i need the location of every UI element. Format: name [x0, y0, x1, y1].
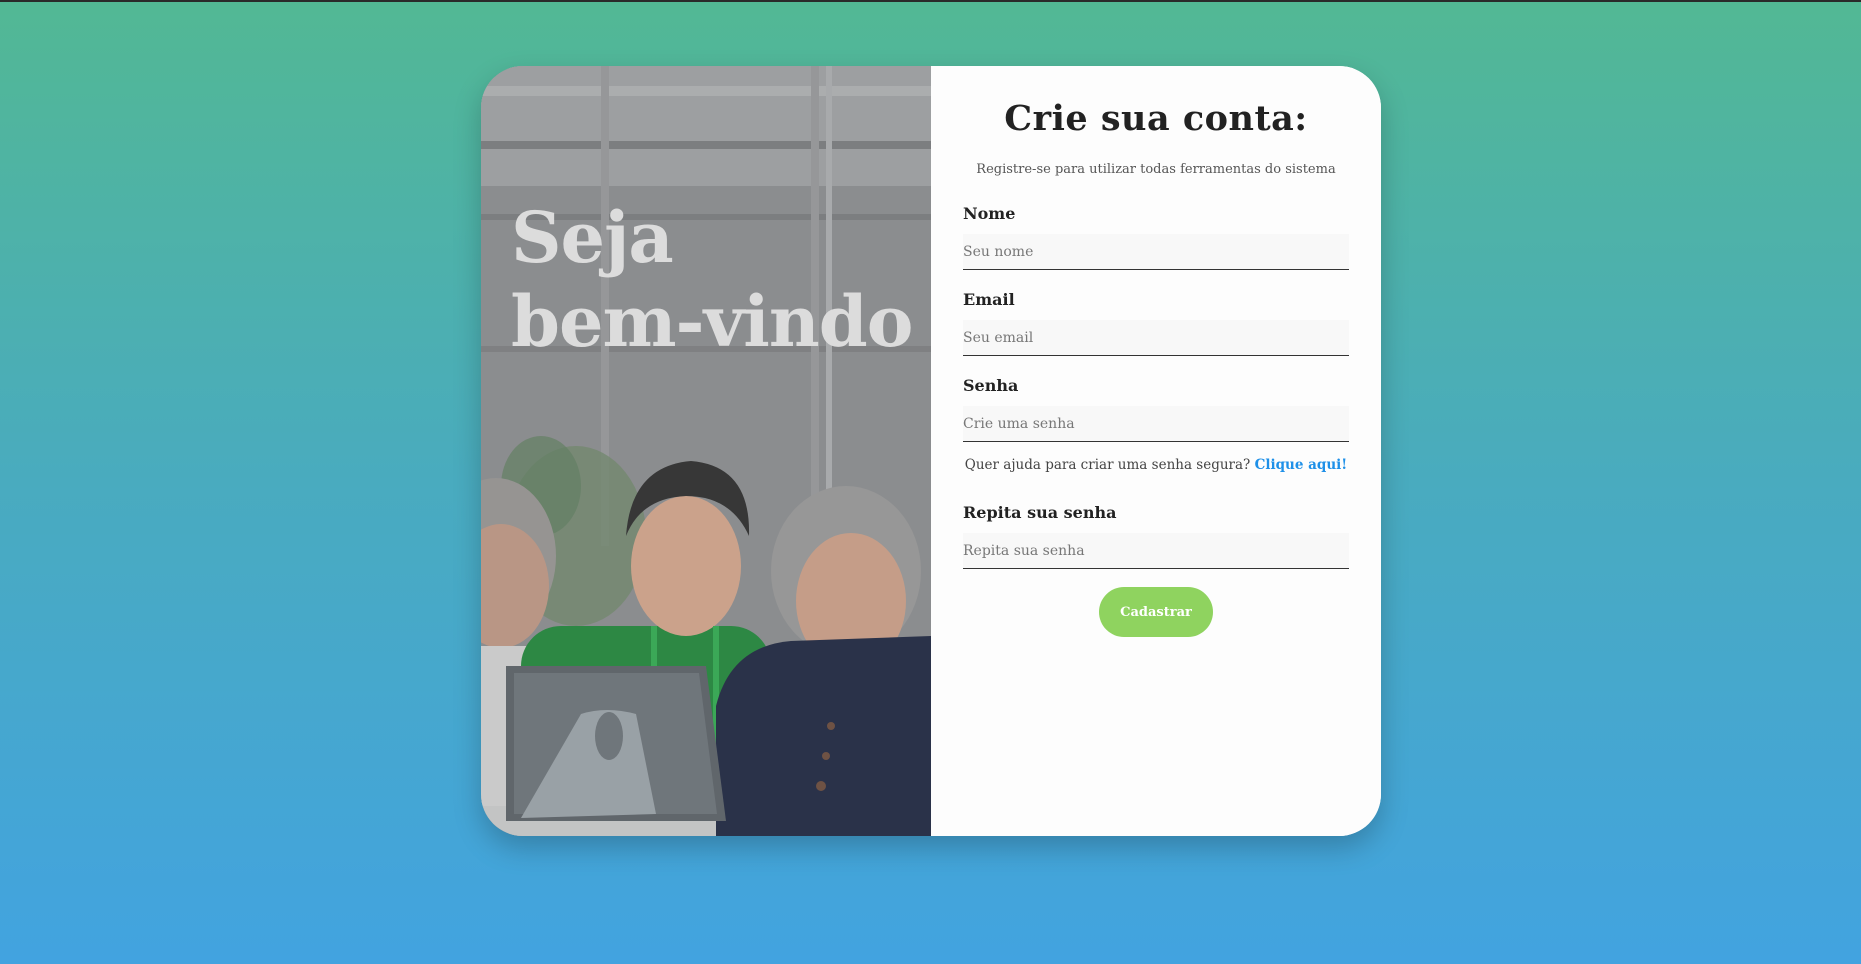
signup-form: Crie sua conta: Registre-se para utiliza… [931, 66, 1381, 836]
name-label: Nome [963, 204, 1016, 223]
repeat-password-input[interactable] [963, 533, 1349, 569]
form-title: Crie sua conta: [1004, 98, 1308, 139]
top-border-line [0, 0, 1861, 2]
welcome-heading: Seja bem-vindo [511, 196, 921, 364]
welcome-photo-panel: Seja bem-vindo [481, 66, 931, 836]
people-with-tablet-photo [481, 66, 931, 836]
repeat-password-label: Repita sua senha [963, 503, 1117, 522]
email-label: Email [963, 290, 1015, 309]
welcome-line-1: Seja [511, 196, 674, 279]
signup-card: Seja bem-vindo Crie sua conta: Registre-s… [481, 66, 1381, 836]
password-help-text: Quer ajuda para criar uma senha segura? [964, 457, 1251, 473]
password-input[interactable] [963, 406, 1349, 442]
welcome-line-2: bem-vindo [511, 280, 913, 363]
password-help: Quer ajuda para criar uma senha segura? … [931, 457, 1381, 473]
register-button[interactable]: Cadastrar [1099, 587, 1213, 637]
password-label: Senha [963, 376, 1019, 395]
password-help-link[interactable]: Clique aqui! [1255, 457, 1348, 473]
email-input[interactable] [963, 320, 1349, 356]
form-subtitle: Registre-se para utilizar todas ferramen… [976, 162, 1336, 177]
name-input[interactable] [963, 234, 1349, 270]
